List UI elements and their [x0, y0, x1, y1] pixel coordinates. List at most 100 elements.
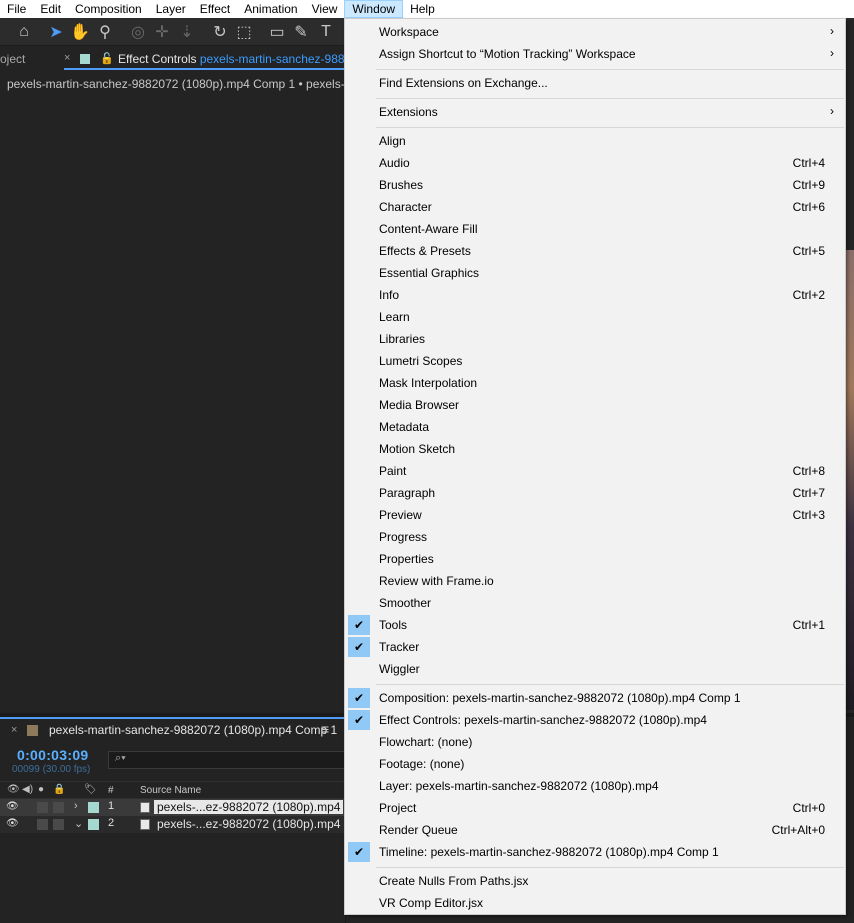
eye-icon[interactable]: 👁: [6, 801, 19, 812]
label-tag-icon[interactable]: 🏷: [84, 784, 97, 795]
lock-box[interactable]: [53, 802, 64, 813]
menu-item-label: Footage: (none): [379, 757, 465, 771]
close-icon[interactable]: ×: [11, 724, 17, 736]
menu-item-panel[interactable]: Wiggler: [345, 658, 845, 680]
frame-count: 00099 (30.00 fps): [12, 764, 91, 775]
menu-item-workspace[interactable]: Workspace ›: [345, 21, 845, 43]
menu-item-panel[interactable]: Preview Ctrl+3: [345, 504, 845, 526]
menu-item-panel[interactable]: Lumetri Scopes: [345, 350, 845, 372]
menu-effect[interactable]: Effect: [193, 0, 237, 18]
panel-menu-icon[interactable]: ≡: [321, 721, 329, 737]
menu-item-panel[interactable]: Smoother: [345, 592, 845, 614]
menu-item-panel[interactable]: Review with Frame.io: [345, 570, 845, 592]
menu-item-panel[interactable]: Paragraph Ctrl+7: [345, 482, 845, 504]
orbit-camera-icon[interactable]: ◎: [128, 22, 148, 42]
menu-item-panel[interactable]: ✔ Tools Ctrl+1: [345, 614, 845, 636]
layer-search-input[interactable]: ⌕▾: [108, 751, 345, 769]
menu-item-viewer[interactable]: Footage: (none): [345, 753, 845, 775]
menu-item-panel[interactable]: Paint Ctrl+8: [345, 460, 845, 482]
menu-item-panel[interactable]: Essential Graphics: [345, 262, 845, 284]
menu-item-panel[interactable]: Libraries: [345, 328, 845, 350]
tab-effect-controls[interactable]: Effect Controls pexels-martin-sanchez-98…: [118, 52, 365, 66]
menu-item-script[interactable]: VR Comp Editor.jsx: [345, 892, 845, 914]
layer-row[interactable]: 👁 › 1 pexels-...ez-9882072 (1080p).mp4: [0, 799, 345, 816]
menu-item-viewer[interactable]: Render Queue Ctrl+Alt+0: [345, 819, 845, 841]
menu-window[interactable]: Window: [344, 0, 404, 18]
menu-item-panel[interactable]: Character Ctrl+6: [345, 196, 845, 218]
zoom-tool-icon[interactable]: ⚲: [95, 22, 115, 42]
chevron-right-icon: ›: [830, 104, 834, 118]
current-timecode[interactable]: 0:00:03:09: [17, 747, 89, 763]
menu-item-panel[interactable]: Learn: [345, 306, 845, 328]
rectangle-tool-icon[interactable]: ▭: [267, 22, 287, 42]
lock-icon[interactable]: 🔓: [100, 52, 114, 65]
solo-box[interactable]: [37, 819, 48, 830]
menu-item-viewer[interactable]: Project Ctrl+0: [345, 797, 845, 819]
menu-file[interactable]: File: [0, 0, 33, 18]
pan-behind-tool-icon[interactable]: ⬚: [234, 22, 254, 42]
menu-help[interactable]: Help: [403, 0, 442, 18]
eye-icon[interactable]: 👁: [6, 818, 19, 829]
menu-item-panel[interactable]: Metadata: [345, 416, 845, 438]
solo-box[interactable]: [37, 802, 48, 813]
menu-animation[interactable]: Animation: [237, 0, 304, 18]
home-icon[interactable]: ⌂: [14, 22, 34, 42]
menu-item-panel[interactable]: Media Browser: [345, 394, 845, 416]
lock-icon[interactable]: 🔒: [53, 784, 65, 795]
menu-item-panel[interactable]: Audio Ctrl+4: [345, 152, 845, 174]
dolly-camera-icon[interactable]: ⇣: [177, 22, 197, 42]
menu-item-panel[interactable]: Align: [345, 130, 845, 152]
twirl-icon[interactable]: ›: [74, 800, 78, 812]
checkmark-icon: ✔: [348, 688, 370, 708]
menu-item-panel[interactable]: Mask Interpolation: [345, 372, 845, 394]
menu-item-shortcut: Ctrl+8: [792, 464, 825, 478]
menu-item-panel[interactable]: Progress: [345, 526, 845, 548]
menu-item-label: Render Queue: [379, 823, 458, 837]
pan-camera-icon[interactable]: ✛: [152, 22, 172, 42]
menu-item-label: Brushes: [379, 178, 424, 192]
menu-edit[interactable]: Edit: [33, 0, 68, 18]
tab-project[interactable]: oject: [0, 52, 25, 66]
menu-item-panel[interactable]: Info Ctrl+2: [345, 284, 845, 306]
menu-item-assign-shortcut[interactable]: Assign Shortcut to “Motion Tracking” Wor…: [345, 43, 845, 65]
menu-item-panel[interactable]: Brushes Ctrl+9: [345, 174, 845, 196]
menu-item-panel[interactable]: Content-Aware Fill: [345, 218, 845, 240]
menu-layer[interactable]: Layer: [149, 0, 193, 18]
menu-item-extensions[interactable]: Extensions ›: [345, 101, 845, 123]
column-source-name[interactable]: Source Name: [140, 785, 201, 796]
menu-separator: [376, 127, 844, 128]
twirl-icon[interactable]: ⌄: [74, 817, 83, 830]
label-color-swatch[interactable]: [88, 819, 99, 830]
selection-tool-icon[interactable]: ➤: [46, 22, 66, 42]
menu-view[interactable]: View: [305, 0, 345, 18]
video-toggle-icon[interactable]: 👁: [7, 784, 20, 795]
menu-item-viewer[interactable]: Layer: pexels-martin-sanchez-9882072 (10…: [345, 775, 845, 797]
audio-toggle-icon[interactable]: ◀): [22, 784, 33, 795]
pen-tool-icon[interactable]: ✎: [291, 22, 311, 42]
hand-tool-icon[interactable]: ✋: [70, 22, 90, 42]
label-color-swatch[interactable]: [88, 802, 99, 813]
layer-row[interactable]: 👁 ⌄ 2 pexels-...ez-9882072 (1080p).mp4: [0, 816, 345, 833]
menu-item-script[interactable]: Create Nulls From Paths.jsx: [345, 870, 845, 892]
menu-item-label: Preview: [379, 508, 422, 522]
menu-composition[interactable]: Composition: [68, 0, 149, 18]
menu-item-panel[interactable]: Properties: [345, 548, 845, 570]
menu-item-viewer[interactable]: ✔ Composition: pexels-martin-sanchez-9882…: [345, 687, 845, 709]
menu-item-find-extensions[interactable]: Find Extensions on Exchange...: [345, 72, 845, 94]
menu-item-panel[interactable]: Effects & Presets Ctrl+5: [345, 240, 845, 262]
menu-item-viewer[interactable]: ✔ Timeline: pexels-martin-sanchez-9882072…: [345, 841, 845, 863]
layer-name[interactable]: pexels-...ez-9882072 (1080p).mp4: [157, 817, 340, 831]
menu-item-panel[interactable]: Motion Sketch: [345, 438, 845, 460]
menu-item-panel[interactable]: ✔ Tracker: [345, 636, 845, 658]
menu-item-viewer[interactable]: Flowchart: (none): [345, 731, 845, 753]
lock-box[interactable]: [53, 819, 64, 830]
menu-item-label: Create Nulls From Paths.jsx: [379, 874, 529, 888]
layer-name[interactable]: pexels-...ez-9882072 (1080p).mp4: [154, 800, 344, 814]
menu-item-viewer[interactable]: ✔ Effect Controls: pexels-martin-sanchez-…: [345, 709, 845, 731]
solo-icon[interactable]: ●: [38, 784, 44, 795]
menu-item-shortcut: Ctrl+5: [792, 244, 825, 258]
close-icon[interactable]: ×: [64, 52, 70, 64]
rotation-tool-icon[interactable]: ↻: [210, 22, 230, 42]
type-tool-icon[interactable]: T: [316, 22, 336, 42]
menu-item-label: Paint: [379, 464, 407, 478]
